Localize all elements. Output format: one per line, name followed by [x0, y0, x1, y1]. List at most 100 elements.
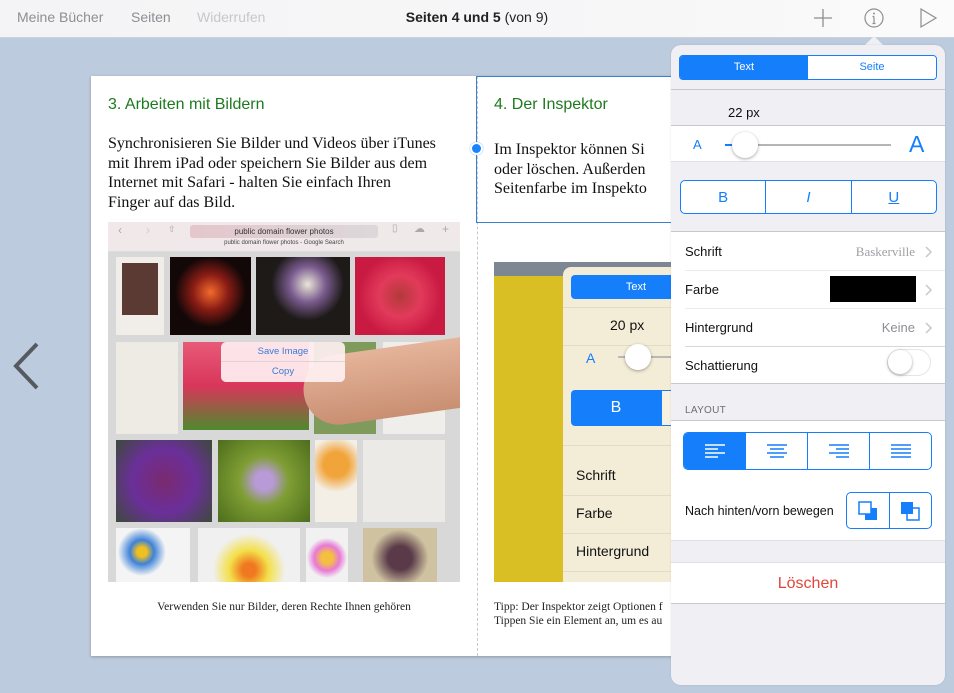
- play-icon[interactable]: [916, 6, 940, 30]
- bring-forward-button[interactable]: [888, 493, 932, 528]
- safari-bar: ‹ › ⇧ public domain flower photos ▯ ☁ + …: [108, 222, 460, 252]
- left-page-body[interactable]: Synchronisieren Sie Bilder und Videos üb…: [108, 134, 436, 212]
- chevron-right-icon: [925, 284, 933, 296]
- shadow-toggle[interactable]: [887, 349, 931, 376]
- body-line: oder löschen. Außerden: [494, 160, 646, 178]
- divider: [685, 308, 945, 309]
- mini-row: Hintergrund: [576, 543, 650, 559]
- background-label: Hintergrund: [685, 320, 753, 335]
- body-line: Seitenfarbe im Inspekto: [494, 180, 647, 197]
- mini-slider-knob: [625, 344, 651, 370]
- color-swatch: [830, 276, 916, 302]
- right-page-body[interactable]: Im Inspektor können Si oder löschen. Auß…: [494, 140, 647, 199]
- forward-icon: ›: [146, 223, 150, 237]
- align-left-button[interactable]: [684, 433, 745, 469]
- body-line: Im Inspektor können Si: [494, 141, 645, 158]
- thumbnail: [363, 528, 437, 582]
- color-label: Farbe: [685, 282, 719, 297]
- font-label: Schrift: [685, 244, 722, 259]
- toolbar: Meine Bücher Seiten Widerrufen Seiten 4 …: [0, 0, 954, 38]
- align-right-button[interactable]: [807, 433, 869, 469]
- font-size-slider-knob[interactable]: [732, 132, 758, 158]
- arrange-label: Nach hinten/vorn bewegen: [685, 504, 834, 518]
- bookmarks-icon: ▯: [392, 223, 398, 234]
- thumbnail: [363, 440, 445, 522]
- bring-forward-icon: [901, 501, 920, 521]
- plus-icon[interactable]: [811, 6, 835, 30]
- align-center-button[interactable]: [745, 433, 807, 469]
- context-menu: Save Image Copy: [221, 342, 345, 382]
- undo-button[interactable]: Widerrufen: [197, 9, 265, 25]
- bold-button[interactable]: B: [681, 181, 765, 213]
- thumbnail: [218, 440, 310, 522]
- font-value: Baskerville: [855, 244, 915, 259]
- body-line: mit Ihrem iPad oder speichern Sie Bilder…: [108, 154, 428, 172]
- italic-button[interactable]: I: [765, 181, 850, 213]
- justify-button[interactable]: [869, 433, 931, 469]
- url-bar: public domain flower photos: [190, 225, 378, 238]
- right-page-caption[interactable]: Tipp: Der Inspektor zeigt Optionen f Tip…: [494, 600, 663, 628]
- align-right-icon: [828, 444, 849, 458]
- thumbnail: [198, 528, 300, 582]
- background-value: Keine: [881, 320, 915, 335]
- tab-title: public domain flower photos - Google Sea…: [224, 240, 344, 246]
- small-font-icon: A: [693, 137, 702, 152]
- page-title-main: Seiten 4 und 5: [405, 9, 501, 25]
- divider: [671, 89, 945, 90]
- pages-button[interactable]: Seiten: [131, 9, 171, 25]
- body-line: Finger auf das Bild.: [108, 193, 236, 211]
- justify-icon: [890, 444, 911, 458]
- left-page-caption[interactable]: Verwenden Sie nur Bilder, deren Rechte I…: [108, 600, 460, 614]
- body-line: Synchronisieren Sie Bilder und Videos üb…: [108, 135, 436, 152]
- underline-button[interactable]: U: [850, 181, 936, 213]
- delete-button[interactable]: Löschen: [671, 562, 945, 604]
- safari-screenshot-image[interactable]: ‹ › ⇧ public domain flower photos ▯ ☁ + …: [108, 222, 460, 582]
- new-tab-icon: +: [442, 222, 450, 236]
- divider: [685, 270, 945, 271]
- divider: [685, 346, 945, 347]
- mini-small-a: A: [586, 350, 596, 366]
- inspector-screenshot-image[interactable]: Text 20 px A B Schrift Farbe Hintergrund: [494, 262, 694, 582]
- thumbnail: [355, 257, 445, 335]
- font-size-slider-row: A A: [671, 125, 945, 162]
- thumbnail: [170, 257, 251, 335]
- chevron-right-icon: [925, 246, 933, 258]
- thumbnail: [315, 440, 357, 522]
- font-size-value: 22 px: [728, 105, 760, 120]
- chevron-right-icon: [925, 322, 933, 334]
- thumbnail: [116, 440, 212, 522]
- inspector-tabs: Text Seite: [679, 55, 937, 80]
- send-backward-button[interactable]: [847, 493, 889, 528]
- cloud-icon: ☁: [414, 223, 425, 235]
- selection-handle[interactable]: [470, 142, 483, 155]
- my-books-button[interactable]: Meine Bücher: [17, 9, 103, 25]
- mini-size: 20 px: [610, 317, 645, 333]
- save-image-menu-item: Save Image: [221, 342, 345, 362]
- caption-line: Tippen Sie ein Element an, um es au: [494, 615, 663, 627]
- align-left-icon: [704, 444, 725, 458]
- shadow-label: Schattierung: [685, 358, 758, 373]
- text-style-buttons: B I U: [680, 180, 937, 214]
- share-icon: ⇧: [168, 224, 176, 234]
- toggle-knob: [888, 350, 912, 374]
- mini-row: Schrift: [576, 467, 616, 483]
- tab-text[interactable]: Text: [680, 56, 808, 79]
- layout-section: Nach hinten/vorn bewegen: [671, 420, 945, 541]
- copy-menu-item: Copy: [271, 366, 295, 377]
- info-icon[interactable]: [862, 6, 886, 30]
- caption-line: Tipp: Der Inspektor zeigt Optionen f: [494, 601, 663, 613]
- right-page-heading[interactable]: 4. Der Inspektor: [494, 96, 608, 114]
- previous-page-chevron-icon[interactable]: [10, 340, 42, 392]
- large-font-icon: A: [909, 131, 925, 157]
- alignment-buttons: [683, 432, 932, 470]
- layout-section-header: LAYOUT: [685, 405, 727, 416]
- thumbnail: [256, 257, 350, 335]
- back-icon: ‹: [118, 223, 122, 237]
- thumbnail: [306, 528, 348, 582]
- tab-page[interactable]: Seite: [808, 56, 936, 79]
- inspector-popover: Text Seite 22 px A A B I U Schrift Baske…: [671, 45, 945, 685]
- mini-row: Farbe: [576, 505, 613, 521]
- left-page-heading[interactable]: 3. Arbeiten mit Bildern: [108, 96, 265, 114]
- page-title-count: (von 9): [500, 9, 549, 25]
- thumbnail: [116, 342, 178, 434]
